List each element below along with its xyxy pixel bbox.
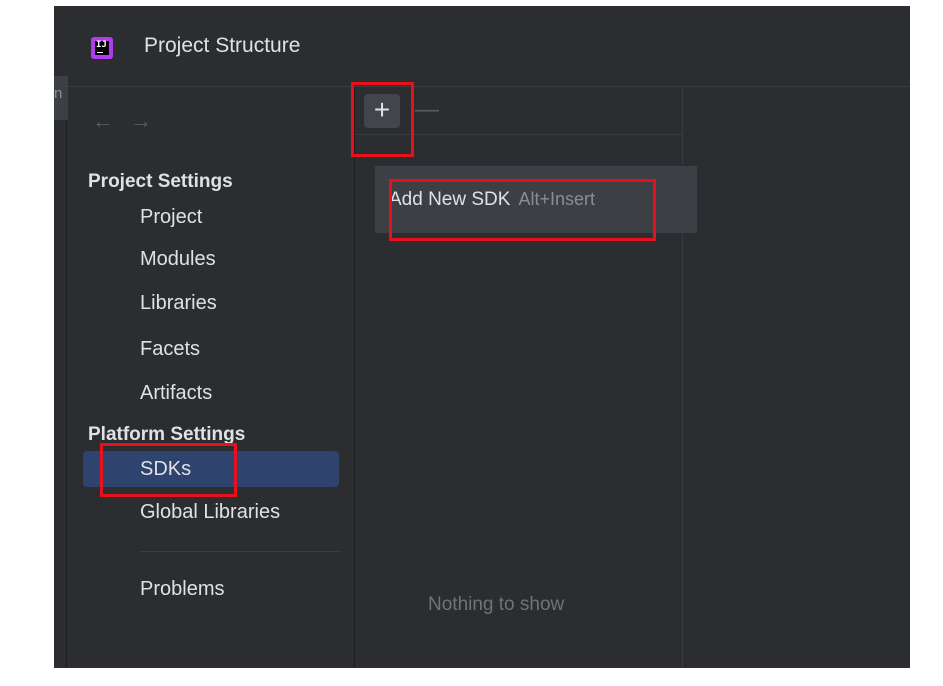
toolbar-divider [355, 134, 682, 135]
sidebar-item-sdks[interactable]: SDKs [83, 451, 339, 487]
back-arrow-icon[interactable]: ← [92, 108, 114, 133]
add-sdk-button[interactable]: + [364, 94, 400, 128]
sidebar-item-label: SDKs [140, 458, 192, 480]
sidebar-item-modules[interactable]: Modules [83, 241, 339, 277]
sidebar-item-global-libraries[interactable]: Global Libraries [83, 494, 339, 530]
project-settings-heading: Project Settings [88, 171, 233, 192]
sidebar-divider [140, 551, 342, 552]
navigation-arrows: ← → [92, 108, 168, 134]
sidebar-item-problems[interactable]: Problems [83, 571, 339, 607]
dialog-title: Project Structure [144, 34, 301, 57]
sidebar-item-facets[interactable]: Facets [83, 331, 339, 367]
forward-arrow-icon[interactable]: → [130, 108, 152, 133]
left-border [66, 120, 67, 668]
menu-item-add-new-sdk[interactable]: Add New SDK Alt+Insert [389, 189, 595, 211]
sidebar-item-project[interactable]: Project [83, 199, 339, 235]
sidebar-item-label: Project [140, 206, 203, 228]
menu-item-shortcut: Alt+Insert [518, 189, 595, 209]
intellij-idea-icon: IJ [91, 37, 113, 59]
sidebar-item-artifacts[interactable]: Artifacts [83, 375, 339, 411]
sidebar-item-label: Global Libraries [140, 501, 281, 523]
remove-sdk-button[interactable]: — [414, 94, 440, 128]
platform-settings-heading: Platform Settings [88, 424, 246, 445]
background-window-edge: n [54, 76, 68, 120]
background-window-text: n [54, 85, 63, 102]
add-sdk-popup-menu: Add New SDK Alt+Insert [374, 165, 698, 234]
sidebar-item-label: Libraries [140, 292, 217, 314]
sidebar-item-label: Problems [140, 578, 225, 600]
project-structure-dialog: IJ Project Structure n ← → Project Settin… [54, 6, 910, 668]
sidebar-item-libraries[interactable]: Libraries [83, 285, 339, 321]
title-divider [54, 86, 910, 87]
sidebar-item-label: Facets [140, 338, 201, 360]
menu-item-label: Add New SDK [389, 189, 511, 210]
title-bar: IJ Project Structure [54, 6, 910, 86]
sidebar-item-label: Modules [140, 248, 216, 270]
column-divider [354, 87, 355, 668]
sidebar-item-label: Artifacts [140, 382, 213, 404]
empty-list-text: Nothing to show [428, 594, 565, 615]
